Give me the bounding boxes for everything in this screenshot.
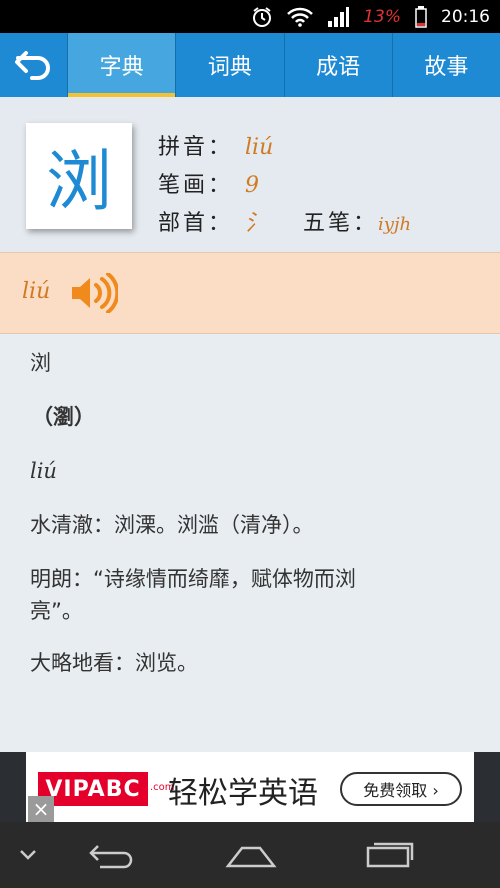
wubi-value: iyjh: [378, 214, 412, 235]
definition-pinyin: liú: [30, 459, 57, 483]
strokes-label: 笔画：: [158, 173, 234, 198]
pinyin-label: 拼音：: [158, 135, 234, 160]
radical-value: 氵: [245, 211, 268, 236]
wifi-icon: [287, 7, 314, 27]
back-button[interactable]: [0, 33, 68, 97]
status-bar: 13% 20:16: [0, 0, 500, 33]
recents-icon[interactable]: [364, 840, 414, 870]
definition-traditional: （瀏）: [32, 405, 95, 429]
ad-slogan: 轻松学英语: [168, 776, 318, 811]
radical-label: 部首：: [158, 211, 234, 236]
back-arrow-icon: [14, 51, 50, 80]
character-glyph: 浏: [26, 123, 132, 229]
system-nav-bar: [0, 822, 500, 888]
pinyin-row: 拼音： liú: [158, 129, 273, 161]
strokes-row: 笔画： 9: [158, 167, 259, 199]
pronunciation-pinyin: liú: [22, 279, 51, 304]
clock: 20:16: [441, 6, 490, 27]
ad-banner[interactable]: VIPABC .com 轻松学英语 免费领取 › ×: [0, 752, 500, 822]
definition-meaning: 亮”。: [30, 599, 83, 623]
definition-meaning: 大略地看：浏览。: [30, 651, 198, 675]
definition-meaning: 明朗：“诗缘情而绮靡，赋体物而浏: [30, 567, 356, 591]
ad-cta-button[interactable]: 免费领取 ›: [340, 772, 462, 806]
signal-icon: [327, 6, 350, 27]
character-info: 浏 拼音： liú 笔画： 9 部首： 氵 五笔： iyjh: [0, 97, 500, 252]
ad-close-button[interactable]: ×: [28, 796, 54, 822]
strokes-value: 9: [245, 173, 260, 198]
back-icon[interactable]: [88, 842, 136, 870]
speaker-icon[interactable]: [70, 273, 118, 313]
definition-headword: 浏: [30, 351, 51, 375]
pinyin-value: liú: [245, 135, 274, 160]
top-nav: 字典 词典 成语 故事: [0, 33, 500, 97]
definition-content: 浏 （瀏） liú 水清澈：浏溧。浏滥（清净）。 明朗：“诗缘情而绮靡，赋体物而…: [0, 334, 500, 752]
tab-zidian[interactable]: 字典: [68, 33, 177, 97]
tab-chengyu[interactable]: 成语: [285, 33, 393, 97]
pronunciation-bar: liú: [0, 252, 500, 334]
chevron-down-icon[interactable]: [18, 848, 38, 862]
tab-cidian[interactable]: 词典: [176, 33, 285, 97]
battery-percent: 13%: [363, 6, 401, 27]
definition-meaning: 水清澈：浏溧。浏滥（清净）。: [30, 513, 314, 537]
wubi-label: 五笔：: [303, 211, 379, 236]
tab-gushi[interactable]: 故事: [393, 33, 500, 97]
ad-brand-logo: VIPABC: [38, 772, 148, 806]
ad-right-edge: [474, 752, 500, 822]
ad-left-edge: [0, 752, 26, 822]
alarm-icon: [251, 6, 273, 28]
battery-icon: [415, 5, 427, 28]
home-icon[interactable]: [224, 842, 278, 870]
radical-row: 部首： 氵 五笔： iyjh: [158, 205, 411, 237]
